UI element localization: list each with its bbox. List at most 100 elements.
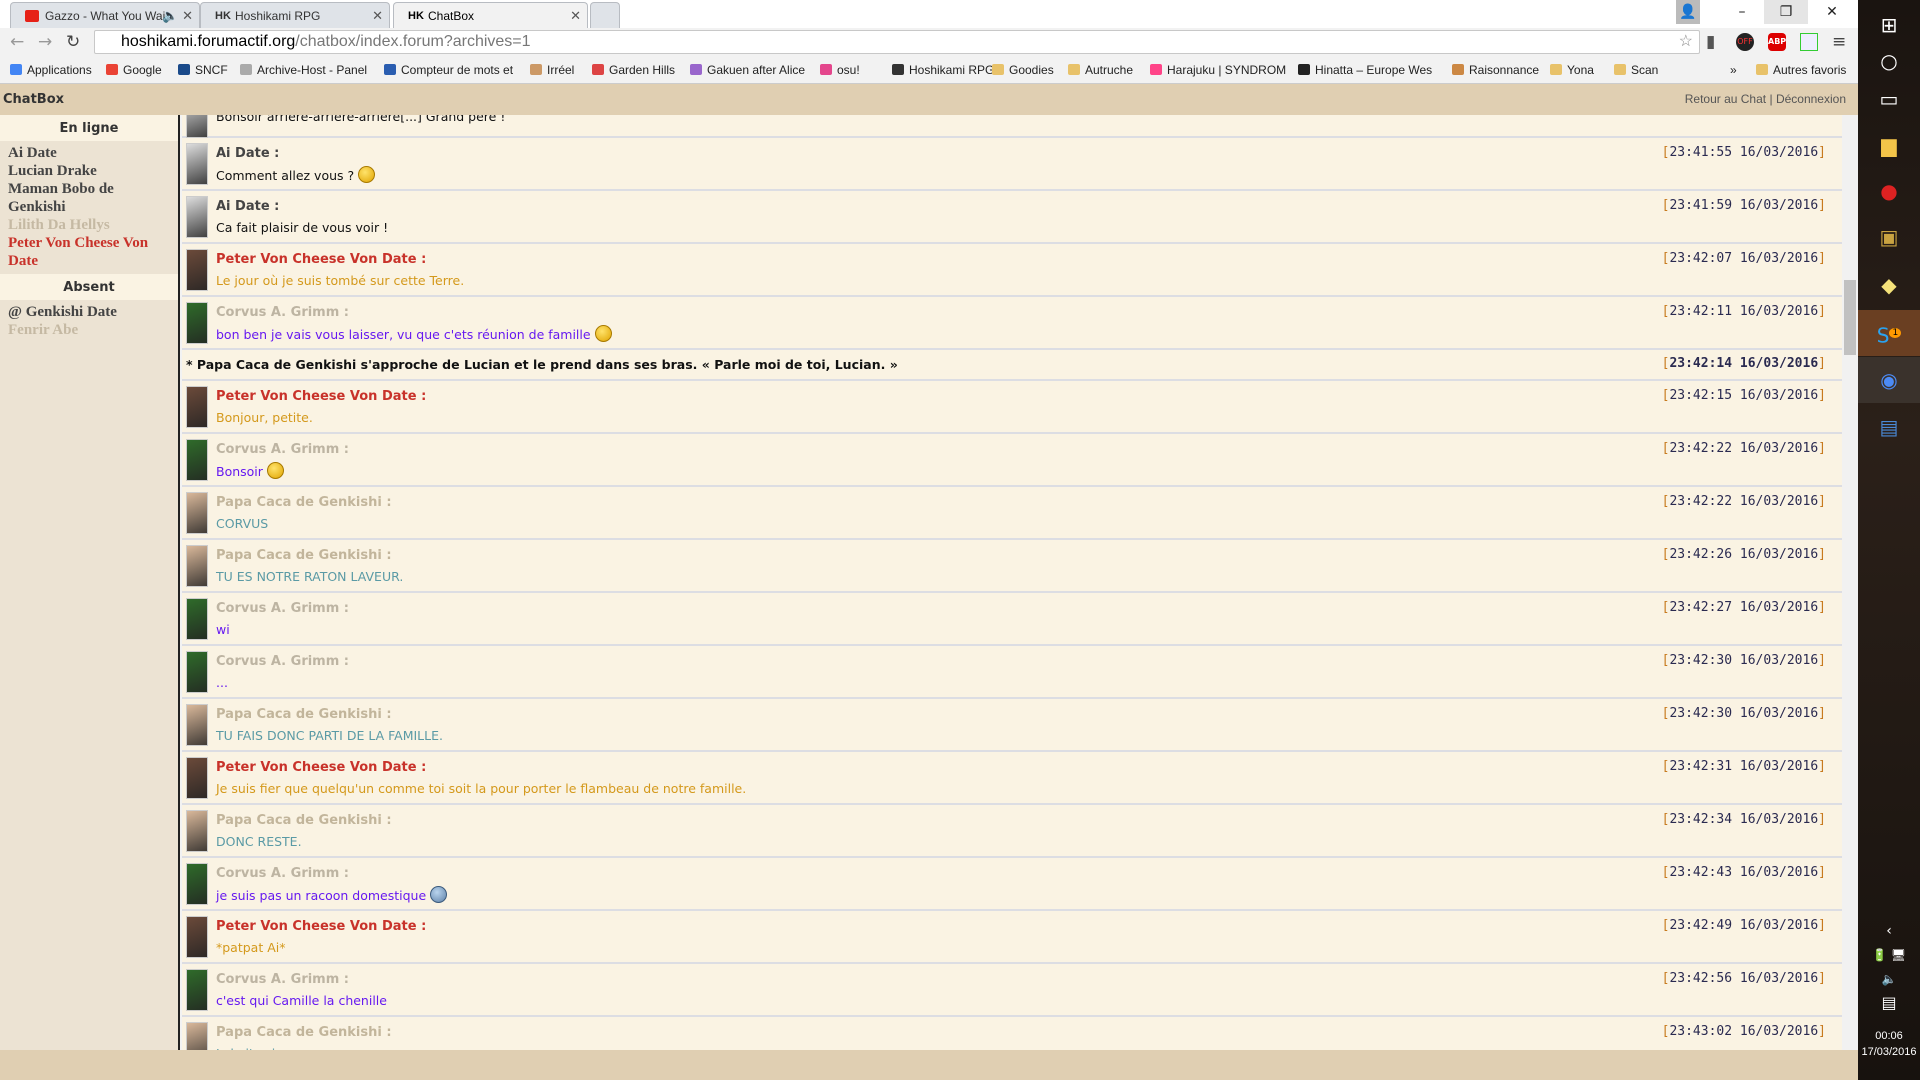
avatar[interactable] xyxy=(186,386,208,428)
message-author[interactable]: Papa Caca de Genkishi : xyxy=(216,706,1842,724)
user-online[interactable]: Peter Von Cheese Von Date xyxy=(0,234,178,270)
sticky-notes-icon[interactable]: ◆ xyxy=(1858,262,1920,308)
bookmark-item[interactable]: Hinatta – Europe Wes xyxy=(1298,63,1432,77)
profile-icon[interactable]: 👤 xyxy=(1676,0,1700,24)
message-body: wi xyxy=(216,622,230,637)
bookmark-item[interactable]: Archive-Host - Panel xyxy=(240,63,367,77)
timestamp-text: 23:42:15 16/03/2016 xyxy=(1669,388,1819,403)
message-author[interactable]: Peter Von Cheese Von Date : xyxy=(216,388,1842,406)
avatar[interactable] xyxy=(186,545,208,587)
scrollbar-thumb[interactable] xyxy=(1844,280,1856,355)
address-bar[interactable]: hoshikami.forumactif.org/chatbox/index.f… xyxy=(94,30,1700,54)
user-online[interactable]: Ai Date xyxy=(0,144,178,162)
bookmark-item[interactable]: Autruche xyxy=(1068,63,1133,77)
bookmark-item[interactable]: Applications xyxy=(10,63,92,77)
avatar[interactable] xyxy=(186,196,208,238)
message-author[interactable]: Peter Von Cheese Von Date : xyxy=(216,251,1842,269)
minimize-button[interactable]: – xyxy=(1720,0,1764,24)
other-bookmarks[interactable]: Autres favoris xyxy=(1756,63,1846,77)
avatar[interactable] xyxy=(186,863,208,905)
bookmark-item[interactable]: Hoshikami RPG xyxy=(892,63,994,77)
writer-icon[interactable]: ▤ xyxy=(1858,404,1920,450)
extension-icon[interactable] xyxy=(1800,33,1818,51)
tab-hoshikami[interactable]: HK Hoshikami RPG ✕ xyxy=(200,2,390,28)
chat-message: Corvus A. Grimm : je suis pas un racoon d… xyxy=(182,858,1842,911)
scrollbar[interactable] xyxy=(1842,115,1858,1050)
close-tab-icon[interactable]: 🔈 ✕ xyxy=(162,8,193,24)
message-author[interactable]: Papa Caca de Genkishi : xyxy=(216,547,1842,565)
clock[interactable]: 00:06 17/03/2016 xyxy=(1858,1028,1920,1060)
file-explorer-icon[interactable]: ▆ xyxy=(1858,122,1920,168)
bookmark-item[interactable]: SNCF xyxy=(178,63,228,77)
bookmark-item[interactable]: Garden Hills xyxy=(592,63,675,77)
action-center-icon[interactable]: ▤ xyxy=(1858,980,1920,1026)
close-tab-icon[interactable]: ✕ xyxy=(372,8,383,24)
message-author[interactable]: Corvus A. Grimm : xyxy=(216,971,1842,989)
avatar[interactable] xyxy=(186,598,208,640)
tab-youtube[interactable]: Gazzo - What You Wai 🔈 ✕ xyxy=(10,2,200,28)
message-author[interactable]: Corvus A. Grimm : xyxy=(216,653,1842,671)
close-window-button[interactable]: ✕ xyxy=(1810,0,1854,24)
bookmark-item[interactable]: Yona xyxy=(1550,63,1594,77)
message-author[interactable]: Corvus A. Grimm : xyxy=(216,441,1842,459)
bookmark-item[interactable]: Harajuku | SYNDROM xyxy=(1150,63,1286,77)
back-to-chat-link[interactable]: Retour au Chat xyxy=(1685,92,1766,106)
message-author[interactable]: Corvus A. Grimm : xyxy=(216,600,1842,618)
logout-link[interactable]: Déconnexion xyxy=(1776,92,1846,106)
bookmark-item[interactable]: Irréel xyxy=(530,63,574,77)
user-online[interactable]: Lilith Da Hellys xyxy=(0,216,178,234)
avatar[interactable] xyxy=(186,651,208,693)
restore-button[interactable]: ❐ xyxy=(1764,0,1808,24)
user-online[interactable]: Lucian Drake xyxy=(0,162,178,180)
avatar[interactable] xyxy=(186,757,208,799)
user-online[interactable]: Maman Bobo de Genkishi xyxy=(0,180,178,216)
adblock-icon[interactable]: ABP xyxy=(1768,33,1786,51)
avatar[interactable] xyxy=(186,302,208,344)
bookmark-item[interactable]: Goodies xyxy=(992,63,1054,77)
message-text: Comment allez vous ? xyxy=(216,166,1842,186)
chrome-icon[interactable]: ◉ xyxy=(1858,357,1920,403)
close-tab-icon[interactable]: ✕ xyxy=(570,8,581,24)
user-absent[interactable]: @ Genkishi Date xyxy=(0,303,178,321)
message-author[interactable]: Papa Caca de Genkishi : xyxy=(216,1024,1842,1042)
menu-icon[interactable]: ≡ xyxy=(1832,32,1846,52)
off-extension-icon[interactable]: OFF xyxy=(1736,33,1754,51)
user-absent[interactable]: Fenrir Abe xyxy=(0,321,178,339)
message-author[interactable]: Peter Von Cheese Von Date : xyxy=(216,759,1842,777)
forward-icon[interactable]: → xyxy=(38,32,52,52)
avatar[interactable] xyxy=(186,492,208,534)
new-tab-button[interactable] xyxy=(590,2,620,28)
message-author[interactable]: Corvus A. Grimm : xyxy=(216,304,1842,322)
task-view-icon[interactable]: ▭ xyxy=(1858,76,1920,122)
message-author[interactable]: Papa Caca de Genkishi : xyxy=(216,494,1842,512)
avatar[interactable] xyxy=(186,969,208,1011)
more-bookmarks-button[interactable]: » xyxy=(1730,63,1737,77)
bookmark-icon xyxy=(106,64,118,75)
message-author[interactable]: Ai Date : xyxy=(216,145,1842,163)
bookmark-item[interactable]: Gakuen after Alice xyxy=(690,63,805,77)
app-icon[interactable]: ● xyxy=(1858,168,1920,214)
avatar[interactable] xyxy=(186,249,208,291)
bookmark-label: Harajuku | SYNDROM xyxy=(1167,63,1287,77)
avatar[interactable] xyxy=(186,439,208,481)
message-author[interactable]: Papa Caca de Genkishi : xyxy=(216,812,1842,830)
bookmark-item[interactable]: Raisonnance xyxy=(1452,63,1539,77)
message-author[interactable]: Peter Von Cheese Von Date : xyxy=(216,918,1842,936)
avatar[interactable] xyxy=(186,916,208,958)
message-author[interactable]: Corvus A. Grimm : xyxy=(216,865,1842,883)
reload-icon[interactable]: ↻ xyxy=(66,32,80,52)
bookmark-item[interactable]: osu! xyxy=(820,63,860,77)
bookmark-item[interactable]: Compteur de mots et xyxy=(384,63,513,77)
avatar[interactable] xyxy=(186,810,208,852)
avatar[interactable] xyxy=(186,143,208,185)
message-author[interactable]: Ai Date : xyxy=(216,198,1842,216)
bookmark-item[interactable]: Scan xyxy=(1614,63,1658,77)
star-icon[interactable]: ☆ xyxy=(1679,31,1693,51)
back-icon[interactable]: ← xyxy=(10,32,24,52)
skype-icon[interactable]: S1 xyxy=(1858,310,1920,356)
extension-icon[interactable]: ▮ xyxy=(1706,32,1715,52)
league-of-legends-icon[interactable]: ▣ xyxy=(1858,214,1920,260)
bookmark-item[interactable]: Google xyxy=(106,63,162,77)
tab-chatbox[interactable]: HK ChatBox ✕ xyxy=(393,2,588,28)
avatar[interactable] xyxy=(186,704,208,746)
